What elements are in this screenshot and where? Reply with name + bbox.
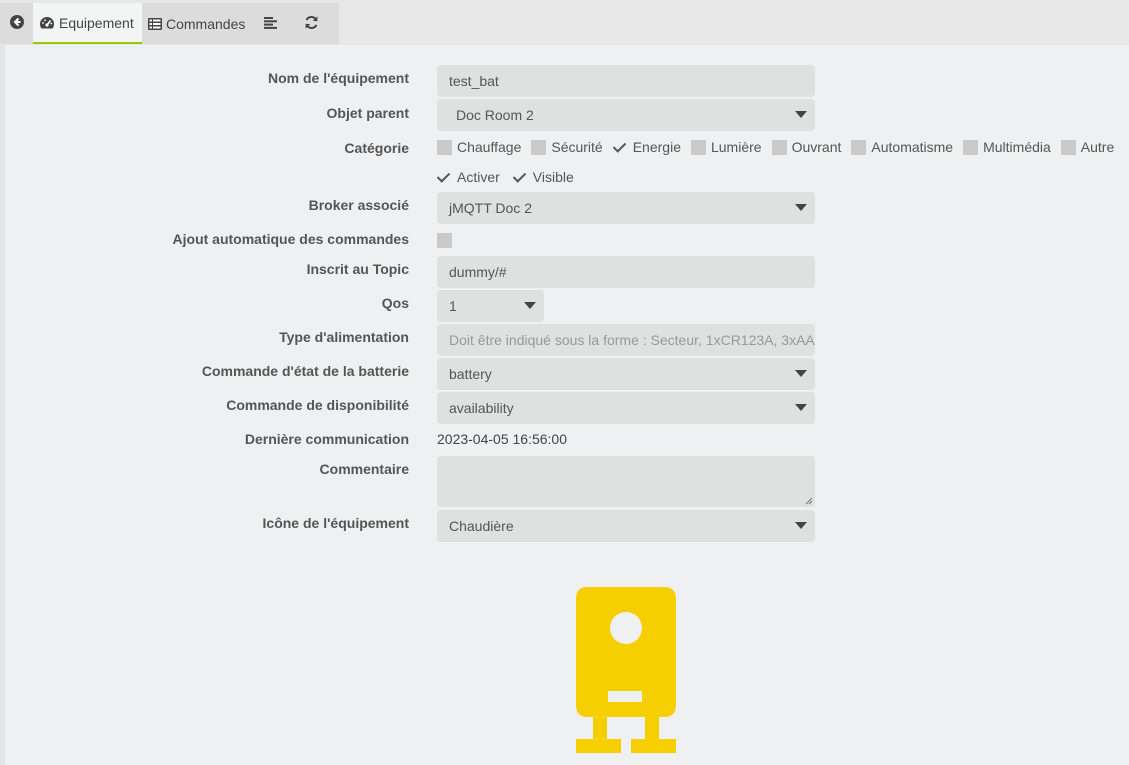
batterie-value: battery bbox=[449, 366, 492, 382]
derniere-value: 2023-04-05 16:56:00 bbox=[437, 431, 567, 447]
batterie-select[interactable]: battery bbox=[437, 358, 815, 390]
checkbox-label: Autre bbox=[1080, 139, 1115, 155]
tab-commandes-label: Commandes bbox=[166, 15, 246, 32]
checkbox[interactable] bbox=[771, 139, 787, 155]
alimentation-input[interactable]: Doit être indiqué sous la forme : Secteu… bbox=[437, 324, 815, 356]
checkbox[interactable] bbox=[613, 140, 628, 155]
checkbox-label: Activer bbox=[457, 169, 500, 185]
dispo-label: Commande de disponibilité bbox=[226, 397, 409, 413]
refresh-icon bbox=[304, 15, 319, 33]
resize-grip-icon[interactable] bbox=[805, 497, 813, 505]
topic-input[interactable]: dummy/# bbox=[437, 256, 815, 288]
icone-select[interactable]: Chaudière bbox=[437, 510, 815, 542]
topic-label: Inscrit au Topic bbox=[306, 261, 409, 277]
left-border bbox=[0, 45, 5, 765]
parent-value: Doc Room 2 bbox=[456, 107, 534, 123]
nom-input[interactable]: test_bat bbox=[437, 65, 815, 97]
checkbox[interactable] bbox=[690, 139, 706, 155]
back-button[interactable] bbox=[0, 3, 33, 44]
icone-label: Icône de l'équipement bbox=[262, 515, 409, 531]
dispo-select[interactable]: availability bbox=[437, 392, 815, 424]
tachometer-icon bbox=[39, 16, 55, 30]
ajout-auto-group bbox=[437, 233, 457, 248]
dispo-value: availability bbox=[449, 400, 514, 416]
tab-bar: Equipement Commandes bbox=[0, 0, 1129, 45]
icone-value: Chaudière bbox=[449, 518, 514, 534]
categorie-multimedia[interactable]: Multimédia bbox=[963, 139, 1051, 155]
list-table-icon bbox=[148, 17, 162, 30]
broker-select[interactable]: jMQTT Doc 2 bbox=[437, 192, 815, 224]
checkbox[interactable] bbox=[1060, 139, 1076, 155]
checkbox[interactable] bbox=[437, 170, 452, 185]
tab-commandes[interactable]: Commandes bbox=[142, 3, 250, 44]
checkbox-label: Multimédia bbox=[983, 139, 1051, 155]
categorie-label: Catégorie bbox=[344, 140, 409, 156]
categorie-autre[interactable]: Autre bbox=[1060, 139, 1115, 155]
checkbox-label: Energie bbox=[632, 139, 681, 155]
alimentation-label: Type d'alimentation bbox=[279, 329, 409, 345]
qos-value: 1 bbox=[449, 298, 457, 314]
nom-label: Nom de l'équipement bbox=[267, 70, 409, 86]
batterie-label: Commande d'état de la batterie bbox=[201, 363, 409, 379]
commentaire-label: Commentaire bbox=[319, 461, 409, 477]
checkbox-label: Chauffage bbox=[457, 139, 522, 155]
broker-label: Broker associé bbox=[308, 197, 409, 213]
categorie-lumiere[interactable]: Lumière bbox=[690, 139, 762, 155]
ajout-auto-checkbox[interactable] bbox=[437, 233, 452, 248]
tabs: Equipement Commandes bbox=[0, 3, 339, 44]
checkbox[interactable] bbox=[851, 139, 867, 155]
tab-log[interactable] bbox=[250, 3, 291, 44]
tab-equipement[interactable]: Equipement bbox=[33, 3, 142, 44]
parent-label: Objet parent bbox=[326, 105, 409, 121]
categorie-securite[interactable]: Sécurité bbox=[531, 139, 603, 155]
topic-value: dummy/# bbox=[449, 264, 507, 280]
ajout-auto-label: Ajout automatique des commandes bbox=[172, 231, 409, 247]
checkbox[interactable] bbox=[513, 170, 528, 185]
checkbox[interactable] bbox=[531, 139, 547, 155]
checkbox[interactable] bbox=[963, 139, 979, 155]
checkbox[interactable] bbox=[437, 139, 452, 155]
tab-refresh[interactable] bbox=[291, 3, 332, 44]
checkbox-label: Automatisme bbox=[871, 139, 954, 155]
nom-value: test_bat bbox=[449, 73, 499, 89]
visible-checkbox[interactable]: Visible bbox=[513, 169, 574, 185]
options-checkboxes: Activer Visible bbox=[437, 169, 584, 185]
categorie-chauffage[interactable]: Chauffage bbox=[437, 139, 521, 155]
boiler-icon bbox=[575, 586, 677, 756]
activer-checkbox[interactable]: Activer bbox=[437, 169, 500, 185]
checkbox-label: Sécurité bbox=[551, 139, 603, 155]
categorie-energie[interactable]: Energie bbox=[613, 139, 681, 155]
categorie-automatisme[interactable]: Automatisme bbox=[851, 139, 953, 155]
categorie-checkboxes: Chauffage Sécurité Energie Lumière Ouvra… bbox=[437, 139, 1124, 155]
tab-equipement-label: Equipement bbox=[59, 14, 134, 31]
checkbox-label: Ouvrant bbox=[791, 139, 842, 155]
alimentation-placeholder: Doit être indiqué sous la forme : Secteu… bbox=[449, 332, 815, 348]
checkbox-label: Lumière bbox=[710, 139, 762, 155]
qos-select[interactable]: 1 bbox=[437, 290, 544, 322]
derniere-label: Dernière communication bbox=[244, 431, 409, 447]
qos-label: Qos bbox=[381, 295, 409, 311]
checkbox-label: Visible bbox=[532, 169, 574, 185]
align-left-icon bbox=[263, 16, 278, 32]
broker-value: jMQTT Doc 2 bbox=[449, 200, 532, 216]
circle-arrow-left-icon bbox=[9, 15, 24, 32]
commentaire-textarea[interactable] bbox=[437, 456, 815, 507]
categorie-ouvrant[interactable]: Ouvrant bbox=[771, 139, 842, 155]
parent-select[interactable]: Doc Room 2 bbox=[437, 99, 815, 131]
